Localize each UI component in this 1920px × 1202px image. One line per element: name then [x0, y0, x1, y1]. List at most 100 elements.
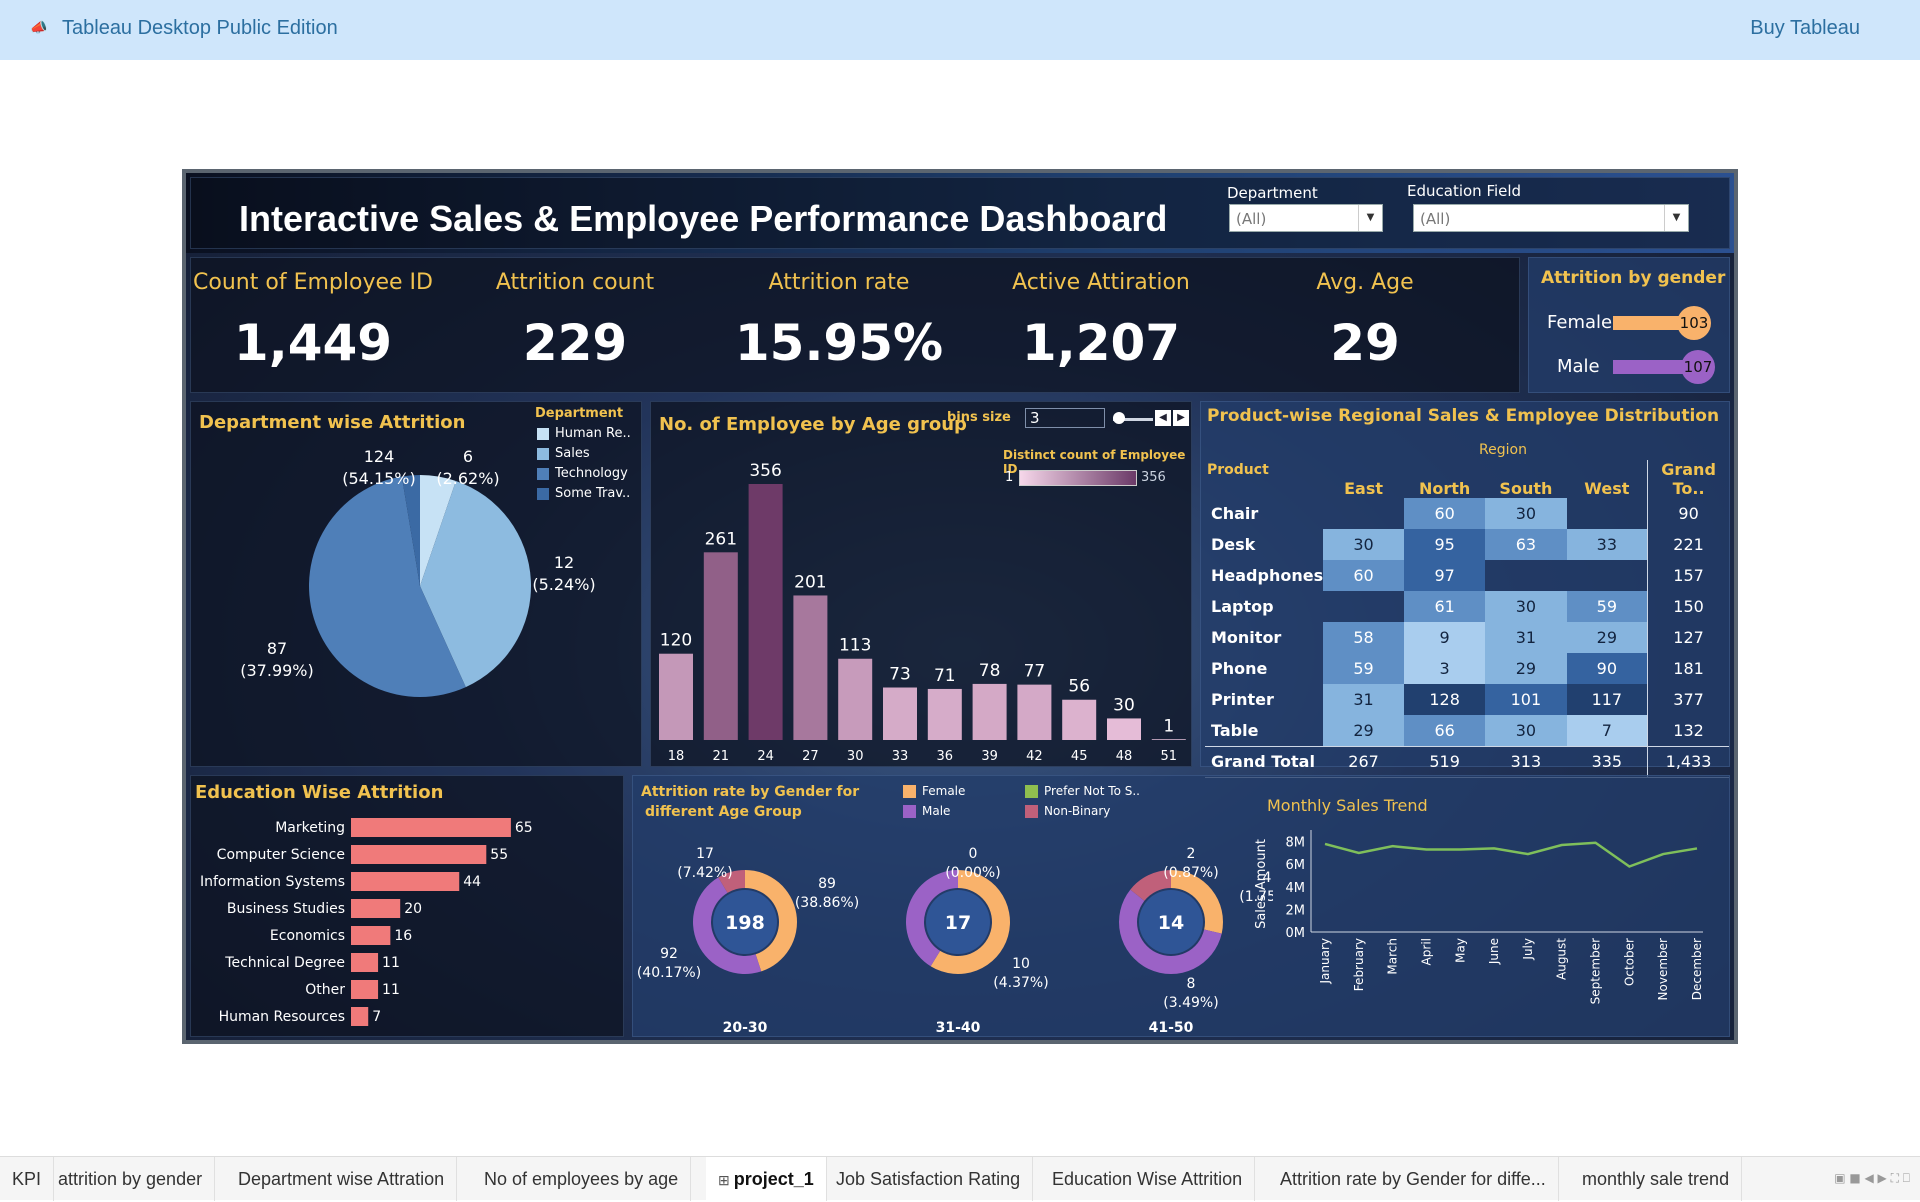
- matrix-column-header[interactable]: North: [1404, 460, 1485, 498]
- matrix-cell[interactable]: 33: [1566, 529, 1648, 560]
- matrix-cell[interactable]: 30: [1323, 529, 1405, 560]
- age-bar: [972, 683, 1007, 740]
- matrix-cell[interactable]: 30: [1485, 498, 1567, 529]
- matrix-row-label: Monitor: [1211, 628, 1282, 647]
- matrix-cell[interactable]: 90: [1647, 498, 1729, 529]
- matrix-cell[interactable]: 63: [1485, 529, 1567, 560]
- chevron-down-icon[interactable]: ▼: [1358, 205, 1382, 231]
- age-bar: [1017, 684, 1052, 740]
- age-bar-value: 77: [1024, 662, 1046, 682]
- matrix-row[interactable]: Laptop 61 30 59 150: [1205, 591, 1729, 622]
- age-bar: [748, 484, 783, 740]
- matrix-cell[interactable]: 29: [1566, 622, 1648, 653]
- matrix-cell[interactable]: [1323, 591, 1404, 622]
- sheet-tab[interactable]: Job Satisfaction Rating: [824, 1157, 1034, 1201]
- matrix-cell[interactable]: 3: [1404, 653, 1486, 684]
- matrix-cell[interactable]: 127: [1647, 622, 1729, 653]
- donut-data-percent: (0.00%): [945, 865, 1000, 881]
- matrix-cell[interactable]: 29: [1485, 653, 1567, 684]
- sheet-tab[interactable]: Attrition rate by Gender for diffe...: [1268, 1157, 1559, 1201]
- sheet-tab[interactable]: monthly sale trend: [1570, 1157, 1743, 1201]
- department-pie-chart[interactable]: 124 (54.15%) 6 (2.62%) 12 (5.24%) 87 (37.99%): [191, 402, 643, 768]
- matrix-column-header[interactable]: South: [1485, 460, 1566, 498]
- matrix-cell[interactable]: [1323, 498, 1404, 529]
- education-category-label: Information Systems: [200, 874, 345, 890]
- matrix-cell[interactable]: 90: [1566, 653, 1648, 684]
- matrix-row[interactable]: Phone 59 3 29 90 181: [1205, 653, 1729, 684]
- kpi-value: 15.95%: [734, 314, 944, 372]
- sheet-tab-label: Attrition rate by Gender for diffe...: [1280, 1169, 1546, 1189]
- sheet-tab[interactable]: attrition by gender: [46, 1157, 216, 1201]
- matrix-row[interactable]: Table 29 66 30 7 132: [1205, 715, 1729, 746]
- education-category-label: Marketing: [275, 820, 345, 836]
- sheet-tab[interactable]: Education Wise Attrition: [1040, 1157, 1256, 1201]
- matrix-row[interactable]: Desk 30 95 63 33 221: [1205, 529, 1729, 560]
- pie-data-label: 12: [554, 553, 574, 572]
- matrix-cell[interactable]: 150: [1647, 591, 1729, 622]
- donut-data-percent: (7.42%): [677, 865, 732, 881]
- matrix-row[interactable]: Monitor 58 9 31 29 127: [1205, 622, 1729, 653]
- matrix-cell[interactable]: 61: [1404, 591, 1486, 622]
- gender-age-donut-charts[interactable]: 198 20-30 17 31-40 14 41-50 17 (7.42%) 89 (38.86%…: [633, 776, 1273, 1038]
- monthly-sales-line-chart[interactable]: Sales Amount 0M 2M 4M 6M 8M January February Mar…: [1253, 816, 1723, 1034]
- matrix-cell[interactable]: 60: [1323, 560, 1405, 591]
- matrix-cell[interactable]: 59: [1566, 591, 1648, 622]
- matrix-column-header[interactable]: West: [1567, 460, 1648, 498]
- matrix-row[interactable]: Headphones 60 97 157: [1205, 560, 1729, 591]
- matrix-cell[interactable]: 97: [1404, 560, 1486, 591]
- age-tick-label: 42: [1026, 749, 1043, 764]
- trend-x-tick: July: [1521, 938, 1535, 961]
- matrix-cell[interactable]: 221: [1647, 529, 1729, 560]
- matrix-cell[interactable]: 7: [1566, 715, 1648, 746]
- sheet-tab[interactable]: No of employees by age: [472, 1157, 692, 1201]
- matrix-cell[interactable]: [1485, 560, 1566, 591]
- matrix-column-header[interactable]: Grand To..: [1647, 460, 1729, 498]
- matrix-cell[interactable]: 95: [1404, 529, 1486, 560]
- matrix-cell[interactable]: 60: [1404, 498, 1486, 529]
- buy-tableau-link[interactable]: Buy Tableau: [1750, 17, 1860, 40]
- matrix-column-header[interactable]: East: [1323, 460, 1404, 498]
- age-tick-label: 24: [757, 749, 774, 764]
- matrix-cell[interactable]: 101: [1485, 684, 1567, 715]
- trend-title: Monthly Sales Trend: [1267, 796, 1428, 815]
- chevron-down-icon[interactable]: ▼: [1664, 205, 1688, 231]
- matrix-cell[interactable]: 128: [1404, 684, 1486, 715]
- matrix-cell[interactable]: 132: [1647, 715, 1729, 746]
- education-panel: Education Wise Attrition Marketing 65 Comp…: [190, 775, 624, 1037]
- matrix-cell[interactable]: 31: [1323, 684, 1405, 715]
- education-bar-chart[interactable]: Marketing 65 Computer Science 55 Information…: [191, 776, 625, 1038]
- education-category-label: Human Resources: [219, 1009, 345, 1025]
- age-bar-chart[interactable]: 120 18 261 21 356 24 201 27 113 30 73 33 71 36 78 39 77 4…: [651, 402, 1193, 768]
- tab-navigation-icons[interactable]: ▣ ■ ◀ ▶ ⛶ ⎕: [1834, 1171, 1910, 1186]
- sheet-tab[interactable]: ⊞ project_1: [706, 1157, 827, 1201]
- education-filter-dropdown[interactable]: (All) ▼: [1413, 204, 1689, 232]
- matrix-cell[interactable]: 377: [1647, 684, 1729, 715]
- matrix-cell[interactable]: 9: [1404, 622, 1486, 653]
- matrix-cell[interactable]: 181: [1647, 653, 1729, 684]
- matrix-cell[interactable]: [1567, 560, 1648, 591]
- sheet-tab[interactable]: Department wise Attration: [226, 1157, 458, 1201]
- matrix-total-cell: 335: [1591, 752, 1623, 771]
- matrix-cell[interactable]: 59: [1323, 653, 1405, 684]
- matrix-total-cell: 1,433: [1647, 746, 1729, 777]
- trend-x-tick: March: [1386, 938, 1400, 975]
- matrix-cell[interactable]: 30: [1485, 591, 1567, 622]
- matrix-cell[interactable]: 58: [1323, 622, 1405, 653]
- matrix-cell[interactable]: 29: [1323, 715, 1405, 746]
- matrix-cell[interactable]: 31: [1485, 622, 1567, 653]
- education-category-label: Technical Degree: [224, 955, 345, 971]
- matrix-cell[interactable]: 157: [1647, 560, 1729, 591]
- age-tick-label: 51: [1161, 749, 1178, 764]
- matrix-cell[interactable]: 66: [1404, 715, 1486, 746]
- matrix-row[interactable]: Printer 31 128 101 117 377: [1205, 684, 1729, 715]
- age-tick-label: 48: [1116, 749, 1133, 764]
- age-tick-label: 36: [937, 749, 954, 764]
- department-filter-dropdown[interactable]: (All) ▼: [1229, 204, 1383, 232]
- matrix-cell[interactable]: [1567, 498, 1648, 529]
- matrix-cell[interactable]: 30: [1485, 715, 1567, 746]
- product-region-matrix[interactable]: East North South West Grand To.. Chair 60 30 90 D…: [1205, 460, 1729, 778]
- gender-age-panel: Attrition rate by Gender for different A…: [632, 775, 1730, 1037]
- matrix-cell[interactable]: 117: [1566, 684, 1648, 715]
- matrix-row[interactable]: Chair 60 30 90: [1205, 498, 1729, 529]
- education-category-label: Other: [305, 982, 345, 998]
